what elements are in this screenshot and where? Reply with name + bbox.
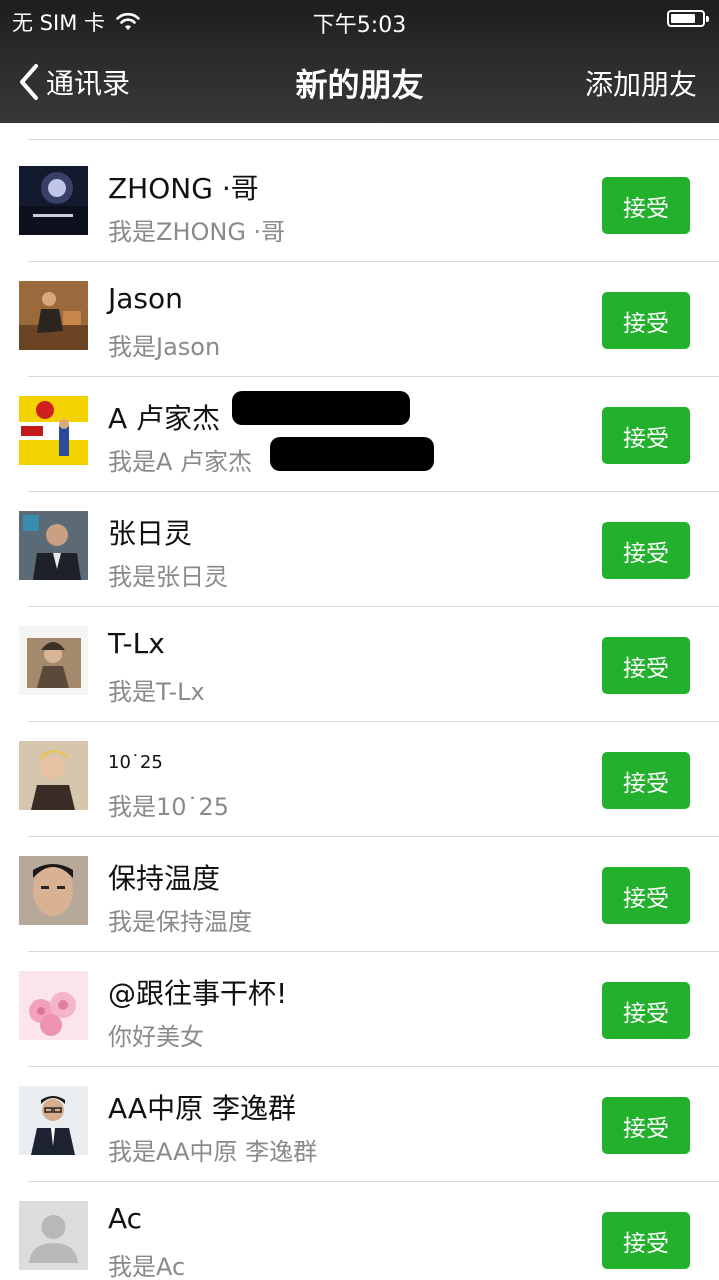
accept-button[interactable]: 接受 [602, 177, 690, 234]
man-face-avatar[interactable] [19, 856, 88, 925]
list-item[interactable]: 保持温度 我是保持温度 接受 [0, 837, 719, 952]
back-label: 通讯录 [46, 67, 131, 100]
accept-button[interactable]: 接受 [602, 522, 690, 579]
request-message: 我是Ac [108, 1253, 186, 1280]
man-blond-avatar[interactable] [19, 741, 88, 810]
request-message: 我是张日灵 [108, 563, 228, 591]
battery-icon [667, 10, 709, 27]
request-message: 你好美女 [108, 1023, 204, 1051]
request-message: 我是10˙25 [108, 793, 230, 821]
girl-photo-avatar[interactable] [19, 626, 88, 695]
default-person-avatar[interactable] [19, 1201, 88, 1270]
contact-name: AA中原 李逸群 [108, 1092, 296, 1125]
contact-name: ZHONG ·哥 [108, 172, 259, 205]
status-time: 下午5:03 [312, 13, 407, 38]
navigation-bar: 通讯录 新的朋友 添加朋友 [0, 40, 719, 123]
redaction-mark [270, 437, 434, 471]
request-message: 我是ZHONG ·哥 [108, 218, 286, 246]
request-message: 我是T-Lx [108, 678, 205, 706]
redaction-mark [232, 391, 410, 425]
top-bar: 无 SIM 卡 下午5:03 通讯录 新的朋友 添加朋友 [0, 0, 719, 123]
contact-name: A 卢家杰 [108, 402, 221, 435]
request-message: 我是AA中原 李逸群 [108, 1138, 318, 1166]
accept-button[interactable]: 接受 [602, 292, 690, 349]
contact-name: 保持温度 [108, 862, 221, 895]
list-item[interactable]: ZHONG ·哥 我是ZHONG ·哥 接受 [0, 147, 719, 262]
pink-roses-avatar[interactable] [19, 971, 88, 1040]
person-seated-avatar[interactable] [19, 281, 88, 350]
divider [28, 139, 719, 140]
contact-name: T-Lx [108, 627, 165, 660]
accept-button[interactable]: 接受 [602, 637, 690, 694]
accept-button[interactable]: 接受 [602, 1212, 690, 1269]
contact-name: @跟往事干杯! [108, 977, 288, 1010]
contact-name: 张日灵 [108, 517, 193, 550]
request-message: 我是Jason [108, 333, 221, 361]
add-friend-button[interactable]: 添加朋友 [585, 63, 697, 103]
back-button[interactable]: 通讯录 [18, 62, 130, 102]
chevron-left-icon [20, 64, 38, 100]
accept-button[interactable]: 接受 [602, 982, 690, 1039]
list-item[interactable]: Ac 我是Ac 接受 [0, 1182, 719, 1280]
accept-button[interactable]: 接受 [602, 1097, 690, 1154]
list-item[interactable]: 10˙25 我是10˙25 接受 [0, 722, 719, 837]
accept-button[interactable]: 接受 [602, 752, 690, 809]
accept-button[interactable]: 接受 [602, 867, 690, 924]
contact-name: Ac [108, 1202, 143, 1235]
list-item[interactable]: @跟往事干杯! 你好美女 接受 [0, 952, 719, 1067]
list-item[interactable]: Jason 我是Jason 接受 [0, 262, 719, 377]
man-glasses-avatar[interactable] [19, 1086, 88, 1155]
contact-name: Jason [108, 282, 183, 315]
status-bar: 无 SIM 卡 下午5:03 [0, 0, 719, 40]
friend-request-list: ZHONG ·哥 我是ZHONG ·哥 接受 Jason 我是Jason 接受 [0, 123, 719, 1280]
list-item[interactable]: 张日灵 我是张日灵 接受 [0, 492, 719, 607]
list-item[interactable]: AA中原 李逸群 我是AA中原 李逸群 接受 [0, 1067, 719, 1182]
shop-sign-avatar[interactable] [19, 396, 88, 465]
person-suit-avatar[interactable] [19, 511, 88, 580]
request-message: 我是A 卢家杰 [108, 448, 253, 476]
accept-button[interactable]: 接受 [602, 407, 690, 464]
list-item[interactable]: T-Lx 我是T-Lx 接受 [0, 607, 719, 722]
night-photo-avatar[interactable] [19, 166, 88, 235]
request-message: 我是保持温度 [108, 908, 252, 936]
contact-name: 10˙25 [108, 752, 163, 773]
list-item[interactable]: A 卢家杰 我是A 卢家杰 接受 [0, 377, 719, 492]
